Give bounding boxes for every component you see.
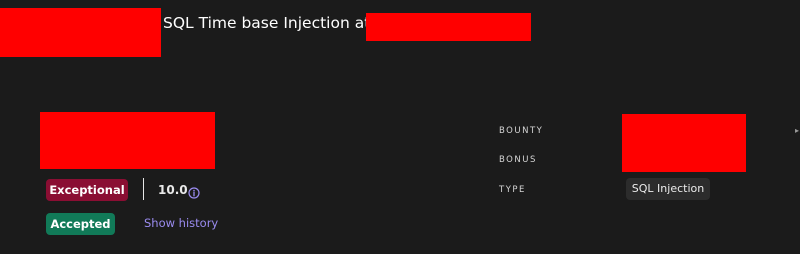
redacted-program-name xyxy=(366,13,531,41)
chevron-right-icon: ▸ xyxy=(795,126,800,135)
bonus-label: BONUS xyxy=(499,155,537,165)
redacted-report-info xyxy=(40,112,215,169)
type-chip: SQL Injection xyxy=(626,178,710,200)
show-history-link[interactable]: Show history xyxy=(144,214,218,232)
info-circle-icon[interactable] xyxy=(188,184,200,199)
status-badge: Accepted xyxy=(46,213,115,235)
divider xyxy=(143,178,144,200)
severity-score: 10.0 xyxy=(158,183,188,197)
redacted-bounty-values xyxy=(622,114,746,172)
redacted-reporter-block xyxy=(0,8,161,57)
type-label: TYPE xyxy=(499,185,526,195)
bounty-label: BOUNTY xyxy=(499,126,544,136)
report-title: SQL Time base Injection at xyxy=(163,14,371,32)
severity-badge: Exceptional xyxy=(46,179,128,201)
